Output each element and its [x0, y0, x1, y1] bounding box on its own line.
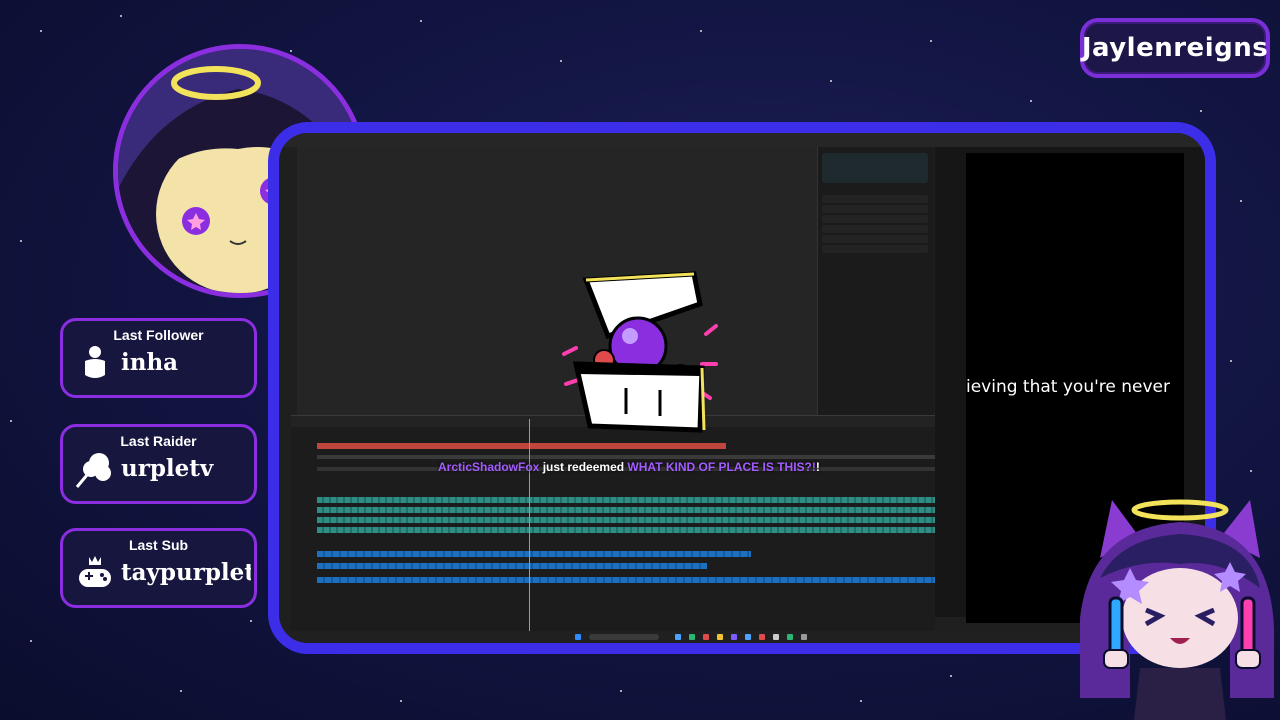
taskbar-search-icon[interactable]: [589, 634, 659, 640]
panel-row[interactable]: [822, 225, 928, 233]
app-icon[interactable]: [675, 634, 681, 640]
app-icon[interactable]: [773, 634, 779, 640]
panel-row[interactable]: [822, 195, 928, 203]
timeline-clip[interactable]: [317, 507, 935, 513]
app-icon[interactable]: [759, 634, 765, 640]
panel-suggestion-card[interactable]: [822, 153, 928, 183]
treasure-chest-alert-icon: [562, 271, 718, 433]
caption-text: ieving that you're never: [966, 377, 1170, 397]
app-icon[interactable]: [717, 634, 723, 640]
timeline-clip[interactable]: [317, 551, 751, 557]
timeline-clip[interactable]: [411, 443, 726, 449]
chibi-character-icon: [1080, 499, 1274, 720]
app-icon[interactable]: [745, 634, 751, 640]
panel-row[interactable]: [822, 215, 928, 223]
last-sub-card: Last Sub taypurplet: [60, 528, 257, 608]
last-raider-value: urpletv: [121, 455, 214, 482]
redeem-reward-name: WHAT KIND OF PLACE IS THIS?!: [627, 460, 816, 474]
app-icon[interactable]: [801, 634, 807, 640]
timeline-clip[interactable]: [317, 443, 423, 449]
timeline-clip[interactable]: [317, 527, 935, 533]
timeline-clip[interactable]: [317, 497, 935, 503]
timeline-playhead[interactable]: [529, 419, 530, 639]
last-raider-title: Last Raider: [120, 433, 197, 449]
editor-side-panel[interactable]: [817, 147, 934, 415]
last-sub-value: taypurplet: [121, 559, 251, 586]
redeem-tail: !: [815, 460, 820, 474]
panel-row[interactable]: [822, 235, 928, 243]
app-icon[interactable]: [703, 634, 709, 640]
last-sub-title: Last Sub: [128, 537, 189, 553]
start-icon[interactable]: [575, 634, 581, 640]
redeem-verb: just redeemed: [542, 460, 625, 474]
timeline-clip[interactable]: [317, 563, 707, 569]
last-follower-value: inha: [121, 349, 179, 376]
channel-point-redeem-alert: ArcticShadowFox just redeemed WHAT KIND …: [438, 460, 820, 474]
streamer-name: Jaylenreigns: [1081, 33, 1269, 63]
panel-row[interactable]: [822, 245, 928, 253]
streamer-name-badge: Jaylenreigns: [1080, 18, 1270, 78]
timeline-clip[interactable]: [317, 517, 935, 523]
raid-icon: [75, 453, 111, 488]
last-raider-card: Last Raider urpletv: [60, 424, 257, 504]
app-icon[interactable]: [731, 634, 737, 640]
last-follower-title: Last Follower: [113, 327, 204, 343]
last-follower-card: Last Follower inha: [60, 318, 257, 398]
editor-menu-bar[interactable]: [279, 133, 1205, 147]
timeline-track[interactable]: [317, 455, 935, 459]
crowned-gamepad-icon: [79, 556, 111, 587]
redeem-username: ArcticShadowFox: [438, 460, 540, 474]
app-icon[interactable]: [689, 634, 695, 640]
person-icon: [85, 346, 105, 378]
app-icon[interactable]: [787, 634, 793, 640]
panel-row[interactable]: [822, 205, 928, 213]
timeline-clip[interactable]: [317, 577, 935, 583]
